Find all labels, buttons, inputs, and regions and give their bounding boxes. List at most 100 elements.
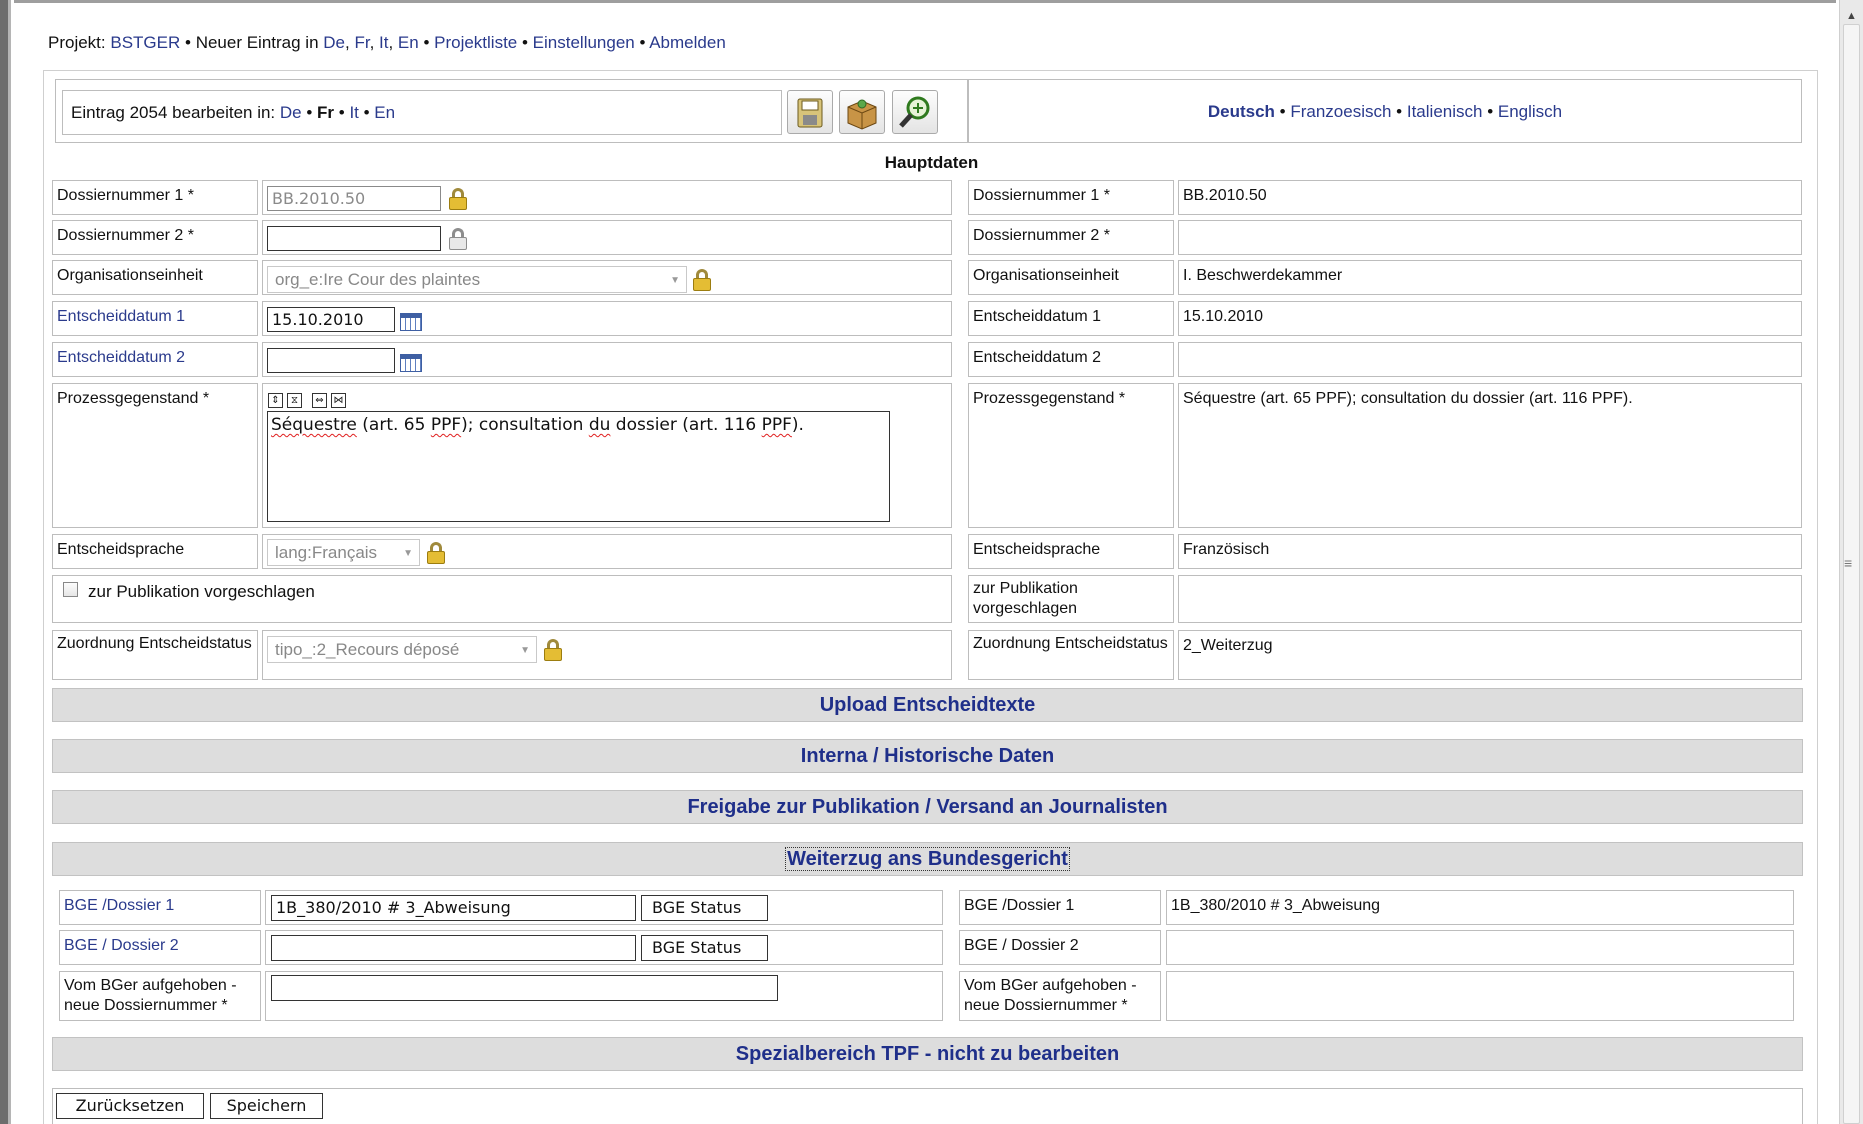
publikation-checkbox[interactable] xyxy=(63,582,78,597)
bge-d1-input[interactable]: 1B_380/2010 # 3_Abweisung xyxy=(271,895,636,921)
dossier1-input[interactable]: BB.2010.50 xyxy=(267,186,441,211)
prozess-label: Prozessgegenstand * xyxy=(52,383,258,528)
section-weiterzug[interactable]: Weiterzug ans Bundesgericht xyxy=(52,842,1803,876)
save-button[interactable]: Speichern xyxy=(210,1093,323,1119)
calendar-icon[interactable] xyxy=(400,313,422,331)
lang-englisch-link[interactable]: Englisch xyxy=(1498,102,1562,121)
textarea-word: Séquestre xyxy=(271,415,357,435)
chevron-down-icon: ▼ xyxy=(520,645,530,656)
publikation-right-label: zur Publikation vorgeschlagen xyxy=(968,575,1174,623)
scrollbar-grip-icon: ≡ xyxy=(1844,555,1853,571)
lang-italienisch-link[interactable]: Italienisch xyxy=(1407,102,1483,121)
new-entry-fr-link[interactable]: Fr xyxy=(354,33,369,52)
org-right-label: Organisationseinheit xyxy=(968,260,1174,295)
sprache-select[interactable]: lang:Français ▼ xyxy=(267,539,420,566)
dossier2-label: Dossiernummer 2 * xyxy=(52,220,258,255)
sprache-right-label: Entscheidsprache xyxy=(968,534,1174,569)
textarea-word: PPF xyxy=(430,415,462,435)
section-weiterzug-title: Weiterzug ans Bundesgericht xyxy=(785,847,1070,871)
einstellungen-link[interactable]: Einstellungen xyxy=(533,33,635,52)
neuer-eintrag-label: Neuer Eintrag in xyxy=(195,33,319,52)
org-select[interactable]: org_e:Ire Cour des plaintes ▼ xyxy=(267,266,687,293)
aufgehoben-right-value xyxy=(1166,971,1794,1021)
org-label: Organisationseinheit xyxy=(52,260,258,295)
save-disk-button[interactable] xyxy=(787,90,833,134)
publikation-label: zur Publikation vorgeschlagen xyxy=(88,582,315,601)
bge-d1-right-label: BGE /Dossier 1 xyxy=(959,890,1161,925)
section-freigabe[interactable]: Freigabe zur Publikation / Versand an Jo… xyxy=(52,790,1803,824)
datum1-input[interactable]: 15.10.2010 xyxy=(267,307,395,332)
scrollbar-thumb[interactable] xyxy=(1843,24,1860,1124)
shrink-horizontal-icon[interactable]: ⋈ xyxy=(331,393,346,408)
expand-horizontal-icon[interactable]: ⇔ xyxy=(312,393,327,408)
lock-icon[interactable] xyxy=(427,542,445,564)
textarea-word: du xyxy=(588,415,611,435)
package-button[interactable] xyxy=(839,90,885,134)
bge-d2-input[interactable] xyxy=(271,935,636,961)
projektliste-link[interactable]: Projektliste xyxy=(434,33,517,52)
new-entry-en-link[interactable]: En xyxy=(398,33,419,52)
dossier2-input[interactable] xyxy=(267,226,441,251)
bge-d2-right-label: BGE / Dossier 2 xyxy=(959,930,1161,965)
new-entry-it-link[interactable]: It xyxy=(379,33,388,52)
status-select[interactable]: tipo_:2_Recours déposé ▼ xyxy=(267,636,537,663)
datum2-input[interactable] xyxy=(267,348,395,373)
preview-zoom-button[interactable] xyxy=(892,90,938,134)
textarea-text: dossier (art. 116 xyxy=(610,415,762,435)
dossier1-label: Dossiernummer 1 * xyxy=(52,180,258,215)
textarea-text: ); consultation xyxy=(461,415,589,435)
section-interna[interactable]: Interna / Historische Daten xyxy=(52,739,1803,773)
dossier1-right-value: BB.2010.50 xyxy=(1178,180,1802,215)
window-top-border xyxy=(14,0,1836,3)
aufgehoben-label: Vom BGer aufgehoben - neue Dossiernummer… xyxy=(59,971,261,1021)
textarea-text: ). xyxy=(791,415,804,435)
org-right-value: I. Beschwerdekammer xyxy=(1178,260,1802,295)
bge-d1-right-value: 1B_380/2010 # 3_Abweisung xyxy=(1166,890,1794,925)
calendar-icon[interactable] xyxy=(400,354,422,372)
prozess-textarea[interactable]: Séquestre (art. 65 PPF); consultation du… xyxy=(267,411,890,522)
org-select-value: org_e:Ire Cour des plaintes xyxy=(275,270,481,289)
edit-header-label: Eintrag 2054 bearbeiten in: xyxy=(71,103,276,122)
bge-status-button[interactable]: BGE Status xyxy=(641,895,768,921)
lock-icon[interactable] xyxy=(449,228,467,250)
lang-deutsch-link[interactable]: Deutsch xyxy=(1208,102,1275,121)
aufgehoben-input[interactable] xyxy=(271,975,778,1001)
aufgehoben-right-label: Vom BGer aufgehoben - neue Dossiernummer… xyxy=(959,971,1161,1021)
section-spezial[interactable]: Spezialbereich TPF - nicht zu bearbeiten xyxy=(52,1037,1803,1071)
scroll-up-icon[interactable]: ▲ xyxy=(1846,10,1857,22)
section-upload[interactable]: Upload Entscheidtexte xyxy=(52,688,1803,722)
lock-icon[interactable] xyxy=(693,269,711,291)
edit-lang-it-link[interactable]: It xyxy=(349,103,358,122)
new-entry-de-link[interactable]: De xyxy=(323,33,345,52)
datum2-label[interactable]: Entscheiddatum 2 xyxy=(52,342,258,377)
shrink-vertical-icon[interactable]: ⧖ xyxy=(287,393,302,408)
language-tabs: Deutsch • Franzoesisch • Italienisch • E… xyxy=(968,79,1802,143)
lang-franzoesisch-link[interactable]: Franzoesisch xyxy=(1290,102,1391,121)
textarea-text: (art. 65 xyxy=(356,415,431,435)
status-right-value: 2_Weiterzug xyxy=(1178,630,1802,680)
sprache-label: Entscheidsprache xyxy=(52,534,258,569)
datum1-label[interactable]: Entscheiddatum 1 xyxy=(52,301,258,336)
prozess-right-label: Prozessgegenstand * xyxy=(968,383,1174,528)
edit-lang-en-link[interactable]: En xyxy=(374,103,395,122)
lock-icon[interactable] xyxy=(449,188,467,210)
sprache-right-value: Französisch xyxy=(1178,534,1802,569)
bge-d1-label[interactable]: BGE /Dossier 1 xyxy=(59,890,261,925)
datum2-right-label: Entscheiddatum 2 xyxy=(968,342,1174,377)
expand-vertical-icon[interactable]: ⇕ xyxy=(268,393,283,408)
edit-lang-de-link[interactable]: De xyxy=(280,103,302,122)
lock-icon[interactable] xyxy=(544,639,562,661)
bge-status-button[interactable]: BGE Status xyxy=(641,935,768,961)
chevron-down-icon: ▼ xyxy=(670,275,680,286)
abmelden-link[interactable]: Abmelden xyxy=(649,33,726,52)
dossier1-right-label: Dossiernummer 1 * xyxy=(968,180,1174,215)
reset-button[interactable]: Zurücksetzen xyxy=(56,1093,204,1119)
project-bar: Projekt: BSTGER • Neuer Eintrag in De, F… xyxy=(48,33,726,52)
package-icon xyxy=(847,99,877,130)
bge-d2-label[interactable]: BGE / Dossier 2 xyxy=(59,930,261,965)
vertical-scrollbar[interactable]: ▲ ≡ xyxy=(1839,0,1863,1124)
textarea-resize-controls: ⇕ ⧖ ⇔ ⋈ xyxy=(268,393,346,408)
projekt-link[interactable]: BSTGER xyxy=(110,33,180,52)
chevron-down-icon: ▼ xyxy=(403,548,413,559)
textarea-word: PPF xyxy=(761,415,792,435)
